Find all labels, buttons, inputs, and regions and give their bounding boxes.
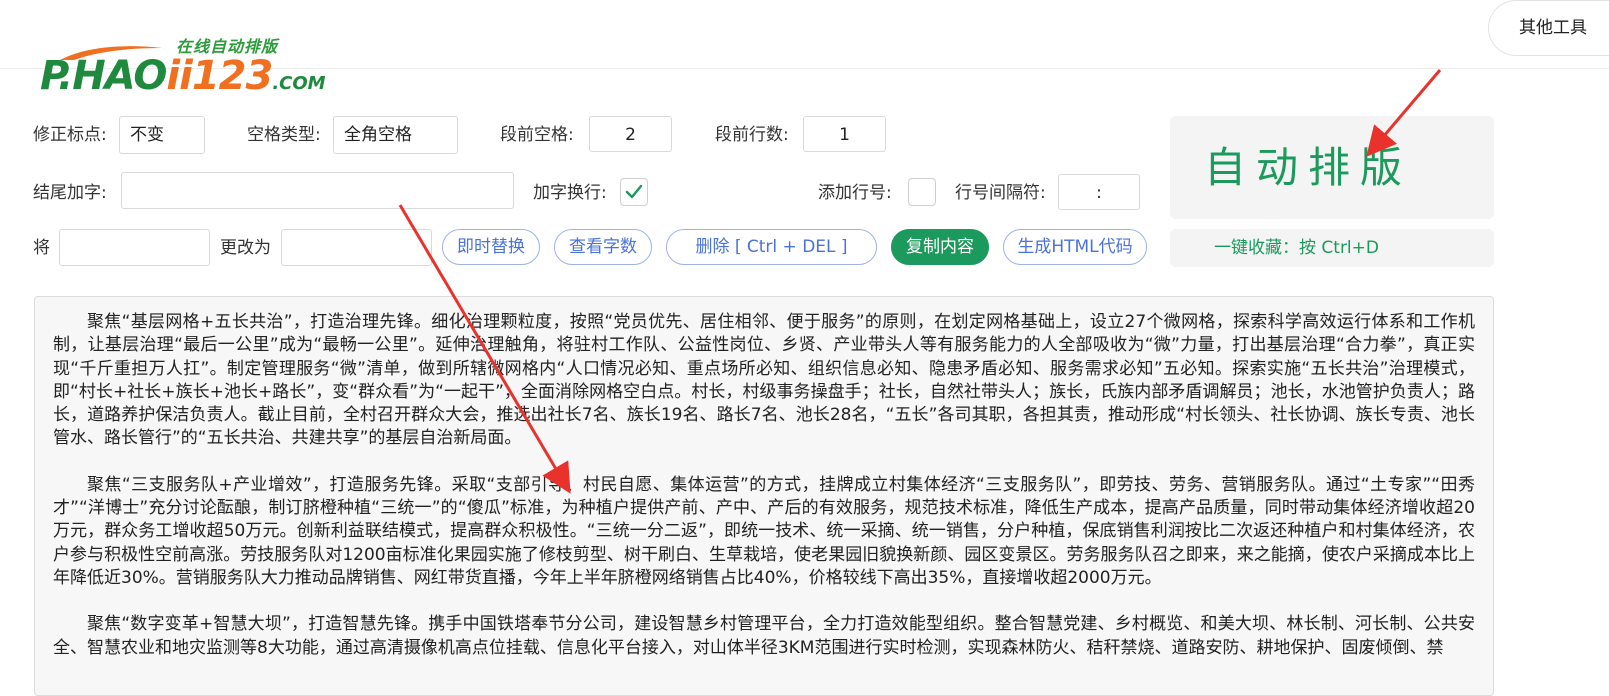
line-numbers-label: 添加行号: — [818, 183, 892, 203]
para-indent-label: 段前空格: — [500, 125, 574, 145]
replace-to-label: 更改为 — [220, 238, 271, 258]
checkmark-icon — [625, 184, 643, 199]
instant-replace-button[interactable]: 即时替换 — [442, 229, 540, 265]
favorite-hint: 一键收藏：按 Ctrl+D — [1170, 229, 1494, 267]
line-sep-input[interactable]: : — [1058, 174, 1140, 210]
logo-tld: .COM — [272, 73, 326, 94]
content-paragraph-1: 聚焦“基层网格+五长共治”，打造治理先锋。细化治理颗粒度，按照“党员优先、居住相… — [53, 312, 1475, 449]
generate-html-button[interactable]: 生成HTML代码 — [1003, 229, 1147, 265]
space-type-select[interactable]: 全角空格 — [333, 116, 458, 154]
copy-content-button[interactable]: 复制内容 — [891, 229, 989, 265]
auto-format-label: 自动排版 — [1204, 143, 1413, 192]
word-count-button[interactable]: 查看字数 — [554, 229, 652, 265]
space-type-label: 空格类型: — [247, 125, 321, 145]
para-indent-input[interactable]: 2 — [589, 116, 672, 152]
suffix-label: 结尾加字: — [33, 183, 107, 203]
suffix-input[interactable] — [121, 172, 514, 209]
logo-prefix: P.HAO — [40, 53, 167, 99]
other-tools-button[interactable]: 其他工具 — [1488, 0, 1609, 56]
add-newline-checkbox[interactable] — [620, 178, 648, 206]
replace-from-input[interactable] — [59, 229, 210, 266]
logo-wordmark: P.HAOii123.COM — [40, 56, 326, 104]
para-lines-label: 段前行数: — [715, 125, 789, 145]
content-paragraph-3: 聚焦“数字变革+智慧大坝”，打造智慧先锋。携手中国铁塔奉节分公司，建设智慧乡村管… — [53, 614, 1475, 658]
content-paragraph-2: 聚焦“三支服务队+产业增效”，打造服务先锋。采取“支部引导、村民自愿、集体运营”… — [53, 474, 1475, 588]
add-newline-label: 加字换行: — [533, 183, 607, 203]
content-editor[interactable]: 聚焦“基层网格+五长共治”，打造治理先锋。细化治理颗粒度，按照“党员优先、居住相… — [34, 296, 1494, 696]
line-sep-label: 行号间隔符: — [955, 183, 1046, 203]
line-numbers-checkbox[interactable] — [908, 178, 936, 206]
fix-punct-select[interactable]: 不变 — [119, 116, 205, 154]
delete-button[interactable]: 删除 [ Ctrl + DEL ] — [666, 229, 877, 265]
logo-suffix: ii123 — [166, 53, 273, 99]
replace-from-label: 将 — [33, 238, 50, 258]
para-lines-input[interactable]: 1 — [803, 116, 886, 152]
replace-to-input[interactable] — [281, 229, 432, 266]
fix-punct-label: 修正标点: — [33, 125, 107, 145]
auto-format-button[interactable]: 自动排版 — [1170, 116, 1494, 219]
